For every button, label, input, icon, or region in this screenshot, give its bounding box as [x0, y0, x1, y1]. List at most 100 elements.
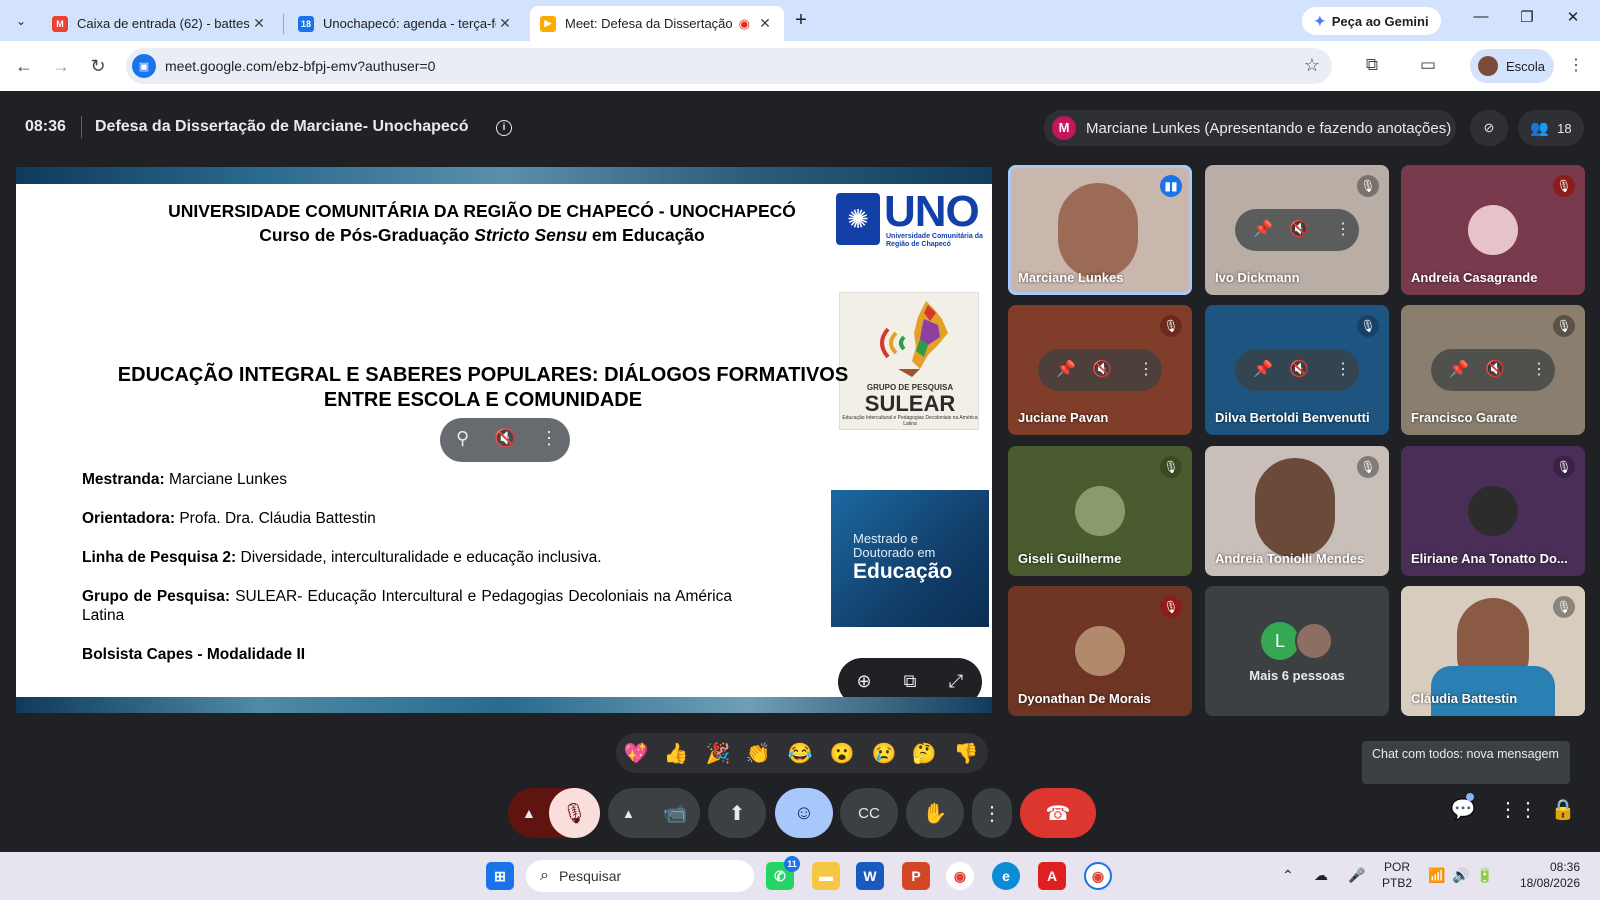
close-tab-icon[interactable]: ✕: [496, 15, 514, 32]
pin-icon[interactable]: 📌: [1253, 359, 1273, 379]
close-tab-icon[interactable]: ✕: [756, 15, 774, 32]
onedrive-icon[interactable]: ☁: [1314, 867, 1328, 884]
mute-audio-icon[interactable]: 🔇: [1485, 359, 1505, 379]
extensions-icon[interactable]: ⧉: [1360, 55, 1384, 75]
chat-icon[interactable]: 💬: [1448, 797, 1478, 822]
unpin-icon[interactable]: ⚲: [456, 428, 469, 449]
participants-button[interactable]: 👥 18: [1518, 110, 1584, 146]
participant-tile[interactable]: 🎙 Dyonathan De Morais: [1008, 586, 1192, 716]
more-options-icon[interactable]: ⋮: [1335, 219, 1351, 239]
taskbar-search[interactable]: ⌕ Pesquisar: [526, 860, 754, 892]
show-hidden-icons[interactable]: ⌃: [1282, 867, 1294, 884]
mute-audio-icon[interactable]: 🔇: [1289, 359, 1309, 379]
chrome-icon[interactable]: ◉: [946, 862, 974, 890]
more-options-icon[interactable]: ⋮: [1335, 359, 1351, 379]
gemini-button[interactable]: ✦ Peça ao Gemini: [1302, 7, 1441, 35]
start-icon[interactable]: ⊞: [486, 862, 514, 890]
minimize-icon[interactable]: —: [1466, 8, 1496, 32]
tab-gmail[interactable]: M Caixa de entrada (62) - battestin ✕: [42, 6, 278, 41]
url-text[interactable]: meet.google.com/ebz-bfpj-emv?authuser=0: [165, 58, 435, 74]
tile-controls: 📌 🔇 ⋮: [1235, 209, 1359, 251]
tab-meet[interactable]: ▶ Meet: Defesa da Dissertação ◉ ✕: [530, 6, 784, 41]
more-participants-tile[interactable]: L Mais 6 pessoas: [1205, 586, 1389, 716]
volume-icon[interactable]: 🔊: [1452, 867, 1469, 884]
activities-icon[interactable]: ⋮⋮: [1498, 797, 1538, 822]
whatsapp-icon[interactable]: ✆ 11: [766, 856, 800, 890]
present-screen-button[interactable]: ⬆: [708, 788, 766, 838]
cast-icon[interactable]: ▭: [1416, 55, 1440, 75]
word-icon[interactable]: W: [856, 862, 884, 890]
restore-icon[interactable]: ❐: [1512, 8, 1542, 32]
profile-button[interactable]: Escola: [1470, 49, 1554, 83]
participant-tile[interactable]: 🎙 Cláudia Battestin: [1401, 586, 1585, 716]
participant-tile[interactable]: 🎙 Andreia Toniolli Mendes: [1205, 446, 1389, 576]
hide-annotations-icon[interactable]: ⊘: [1470, 110, 1508, 146]
battery-icon[interactable]: 🔋: [1476, 867, 1493, 884]
participant-tile[interactable]: 📌 🔇 ⋮ 🎙 Juciane Pavan: [1008, 305, 1192, 435]
reaction-laugh[interactable]: 😂: [786, 741, 814, 766]
reaction-thumbs-up[interactable]: 👍: [662, 741, 690, 766]
participant-video: [1058, 183, 1138, 279]
open-in-new-icon[interactable]: ⧉: [898, 671, 922, 692]
camera-toggle-button[interactable]: 📹: [650, 788, 700, 838]
new-tab-button[interactable]: +: [790, 10, 812, 32]
acrobat-icon[interactable]: A: [1038, 862, 1066, 890]
participant-tile[interactable]: 🎙 Eliriane Ana Tonatto Do...: [1401, 446, 1585, 576]
forward-icon[interactable]: →: [48, 53, 74, 79]
reaction-clap[interactable]: 👏: [744, 741, 772, 766]
tab-search-button[interactable]: ⌄: [8, 8, 34, 34]
back-icon[interactable]: ←: [11, 53, 37, 79]
participant-tile[interactable]: 📌 🔇 ⋮ 🎙 Dilva Bertoldi Benvenutti: [1205, 305, 1389, 435]
fullscreen-icon[interactable]: ⤢: [944, 671, 968, 692]
more-options-icon[interactable]: ⋮: [540, 428, 558, 449]
reload-icon[interactable]: ↻: [85, 53, 111, 79]
host-controls-icon[interactable]: 🔒: [1548, 797, 1578, 822]
reaction-thumbs-down[interactable]: 👎: [952, 741, 980, 766]
reaction-party[interactable]: 🎉: [704, 741, 732, 766]
microphone-icon[interactable]: 🎤: [1348, 867, 1365, 884]
mute-audio-icon[interactable]: 🔇: [494, 428, 516, 449]
participant-tile[interactable]: 📌 🔇 ⋮ 🎙 Francisco Garate: [1401, 305, 1585, 435]
chrome-active-icon[interactable]: ◉: [1084, 862, 1112, 890]
more-options-button[interactable]: ⋮: [972, 788, 1012, 838]
browser-menu-icon[interactable]: ⋮: [1568, 55, 1584, 75]
file-explorer-icon[interactable]: ▬: [812, 862, 840, 890]
more-options-icon[interactable]: ⋮: [1531, 359, 1547, 379]
mute-audio-icon[interactable]: 🔇: [1092, 359, 1112, 379]
clock[interactable]: 08:36 18/08/2026: [1510, 859, 1580, 891]
raise-hand-button[interactable]: ✋: [906, 788, 964, 838]
wifi-icon[interactable]: 📶: [1428, 867, 1445, 884]
reaction-heart[interactable]: 💖: [622, 741, 650, 766]
pin-icon[interactable]: 📌: [1449, 359, 1469, 379]
pin-icon[interactable]: 📌: [1253, 219, 1273, 239]
presenter-indicator[interactable]: M Marciane Lunkes (Apresentando e fazend…: [1044, 110, 1456, 146]
camera-icon: 📹: [662, 802, 688, 825]
participant-tile[interactable]: ▮▮ Marciane Lunkes: [1008, 165, 1192, 295]
site-info-icon[interactable]: ▣: [132, 54, 156, 78]
mic-toggle-button[interactable]: 🎙: [549, 788, 600, 838]
close-window-icon[interactable]: ✕: [1558, 8, 1588, 32]
participant-tile[interactable]: 📌 🔇 ⋮ 🎙 Ivo Dickmann: [1205, 165, 1389, 295]
chat-notification[interactable]: Chat com todos: nova mensagem: [1362, 741, 1570, 784]
reaction-thinking[interactable]: 🤔: [910, 741, 938, 766]
bookmark-star-icon[interactable]: ☆: [1304, 55, 1320, 76]
more-options-icon[interactable]: ⋮: [1138, 359, 1154, 379]
language-indicator[interactable]: POR PTB2: [1382, 859, 1412, 891]
close-tab-icon[interactable]: ✕: [250, 15, 268, 32]
tab-calendar[interactable]: 18 Unochapecó: agenda - terça-feira ✕: [288, 6, 524, 41]
meeting-info-icon[interactable]: i: [496, 120, 512, 136]
edge-icon[interactable]: e: [992, 862, 1020, 890]
pin-icon[interactable]: 📌: [1056, 359, 1076, 379]
reactions-button[interactable]: ☺: [775, 788, 833, 838]
address-bar[interactable]: ▣ meet.google.com/ebz-bfpj-emv?authuser=…: [126, 48, 1332, 84]
zoom-icon[interactable]: ⊕: [852, 671, 876, 692]
language-code: POR: [1384, 860, 1411, 874]
powerpoint-icon[interactable]: P: [902, 862, 930, 890]
reaction-sad[interactable]: 😢: [870, 741, 898, 766]
mute-audio-icon[interactable]: 🔇: [1289, 219, 1309, 239]
participant-tile[interactable]: 🎙 Andreia Casagrande: [1401, 165, 1585, 295]
leave-call-button[interactable]: ☎: [1020, 788, 1096, 838]
reaction-surprised[interactable]: 😮: [828, 741, 856, 766]
captions-button[interactable]: CC: [840, 788, 898, 838]
participant-tile[interactable]: 🎙 Giseli Guilherme: [1008, 446, 1192, 576]
